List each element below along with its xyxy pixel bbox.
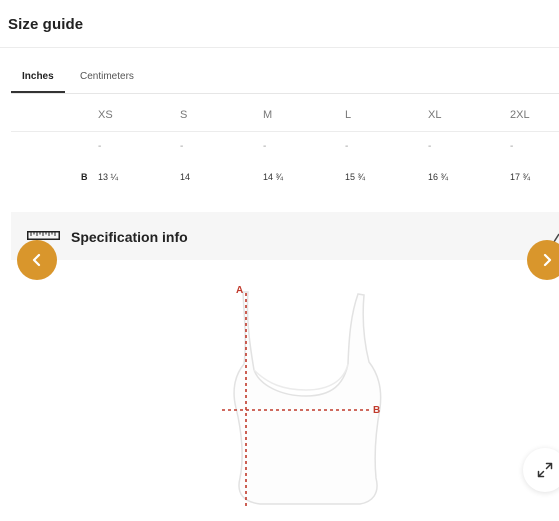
- table-cell: -: [180, 141, 184, 152]
- table-cell: 14 ¾: [263, 172, 284, 182]
- divider: [11, 131, 559, 132]
- table-cell: 16 ¾: [428, 172, 449, 182]
- divider: [0, 47, 559, 48]
- previous-button[interactable]: [17, 240, 57, 280]
- table-cell: -: [345, 141, 349, 152]
- expand-button[interactable]: [523, 448, 559, 492]
- size-header-m: M: [263, 109, 273, 121]
- table-cell: 15 ¾: [345, 172, 366, 182]
- row-label-b: B: [81, 172, 88, 182]
- size-header-xl: XL: [428, 109, 442, 121]
- spec-info-title: Specification info: [71, 229, 188, 245]
- table-cell: -: [98, 141, 102, 152]
- page-title: Size guide: [8, 16, 84, 33]
- next-button[interactable]: [527, 240, 559, 280]
- table-cell: 13 ¼: [98, 172, 119, 182]
- table-cell: -: [428, 141, 432, 152]
- size-header-2xl: 2XL: [510, 109, 530, 121]
- size-header-xs: XS: [98, 109, 113, 121]
- tab-inches[interactable]: Inches: [22, 71, 54, 82]
- divider: [11, 93, 559, 94]
- chevron-left-icon: [32, 253, 41, 267]
- size-header-s: S: [180, 109, 188, 121]
- chevron-right-icon: [543, 253, 552, 267]
- table-cell: 14: [180, 172, 191, 182]
- expand-icon: [537, 462, 553, 478]
- table-cell: -: [263, 141, 267, 152]
- table-cell: -: [510, 141, 514, 152]
- size-header-l: L: [345, 109, 352, 121]
- marker-a: A: [236, 285, 243, 296]
- table-cell: 17 ¾: [510, 172, 531, 182]
- marker-b: B: [373, 405, 380, 416]
- measurement-diagram: A B: [222, 285, 382, 508]
- tab-centimeters[interactable]: Centimeters: [80, 71, 134, 82]
- tank-top-illustration: [233, 291, 382, 505]
- ruler-icon: [27, 231, 60, 240]
